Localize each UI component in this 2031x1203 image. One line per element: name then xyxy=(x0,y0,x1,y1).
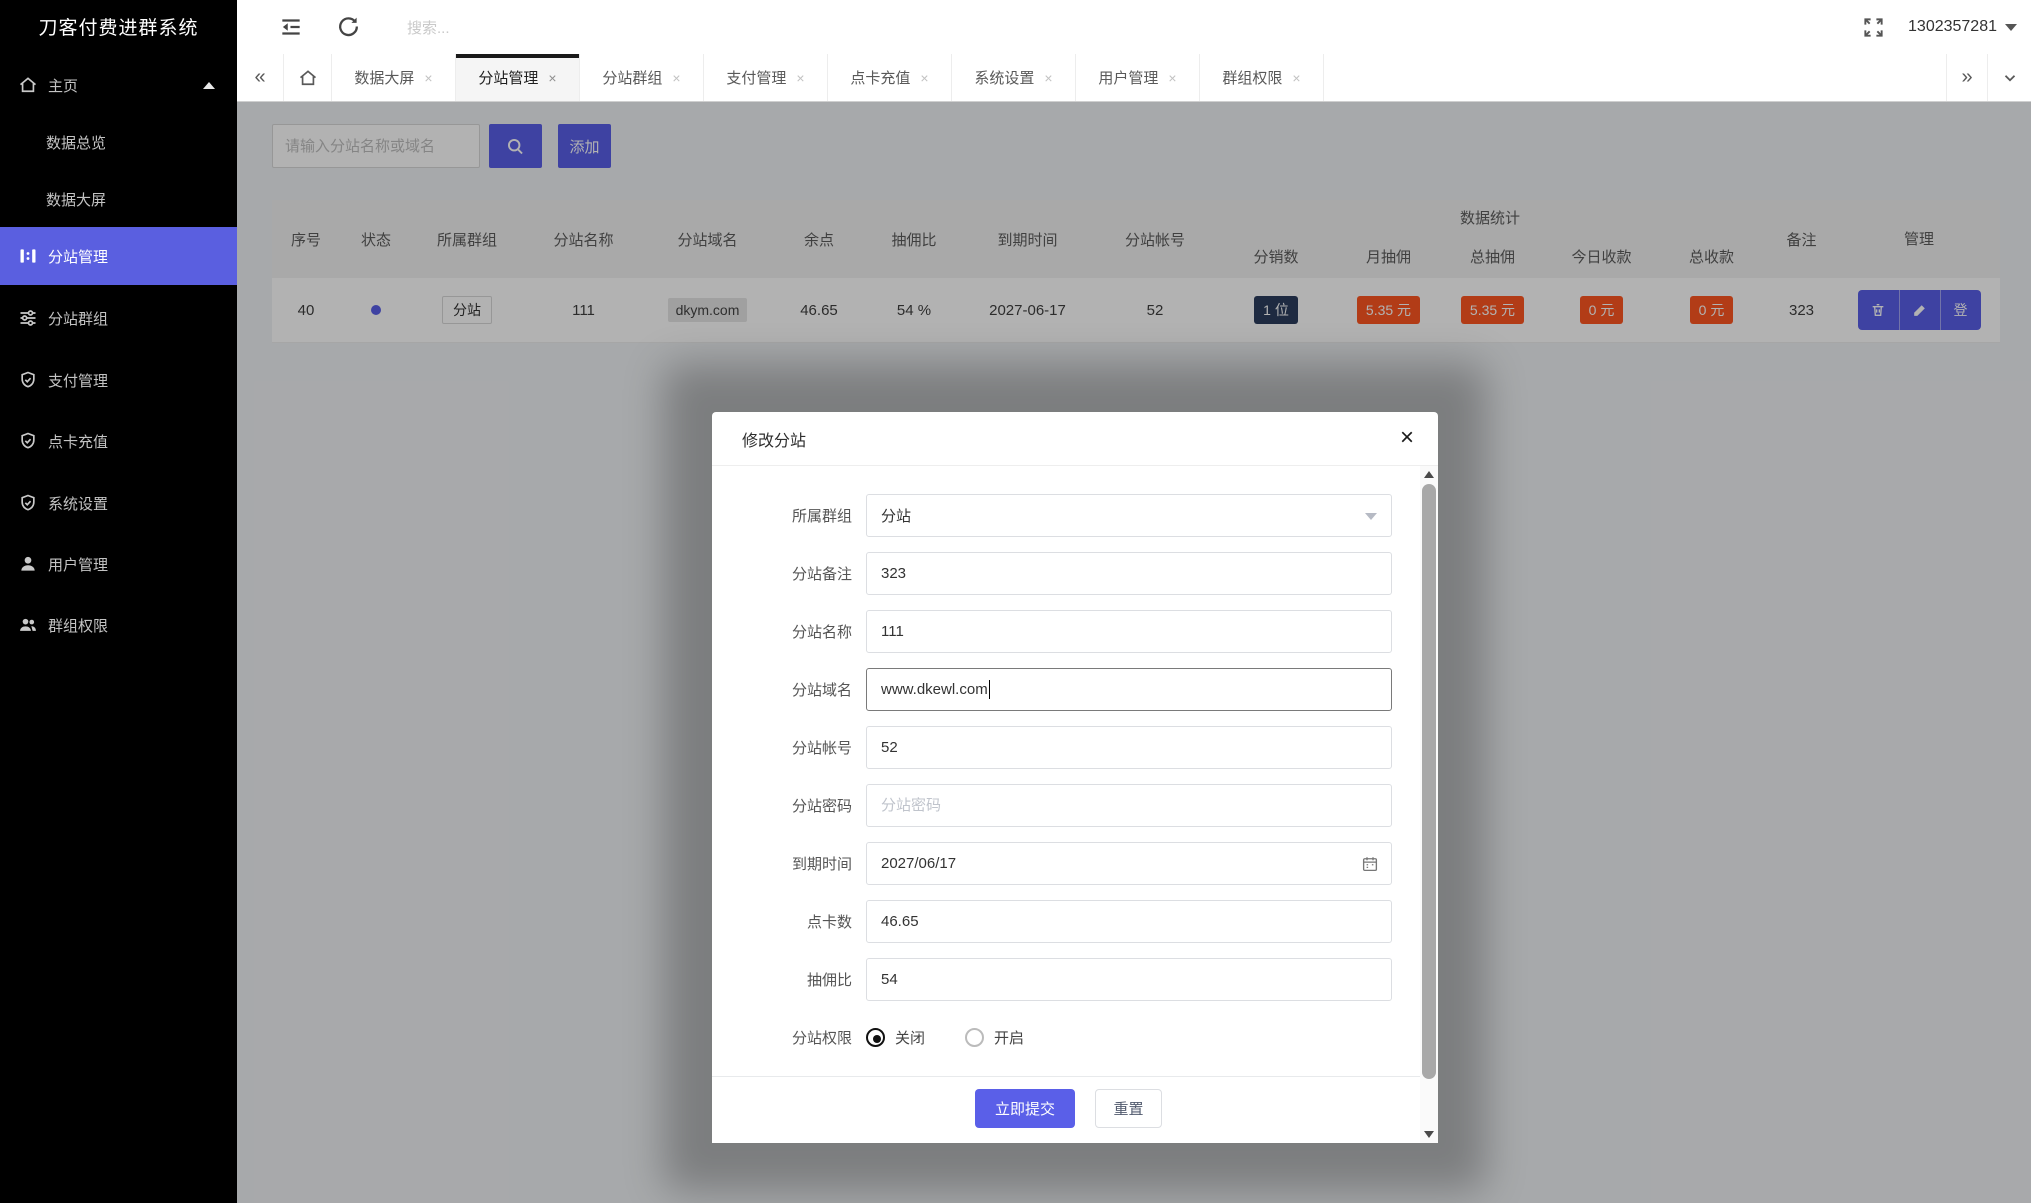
scrollbar-thumb[interactable] xyxy=(1422,484,1436,1079)
permission-radio-group: 关闭 开启 xyxy=(866,1027,1024,1048)
topbar: 1302357281 xyxy=(237,0,2031,55)
form-row: 分站域名 www.dkewl.com xyxy=(726,668,1420,711)
sidebar-item-substation-manage[interactable]: 分站管理 xyxy=(0,227,237,285)
scroll-down-icon[interactable] xyxy=(1420,1126,1438,1143)
modal-header: 修改分站 × xyxy=(712,412,1438,466)
sidebar-item-user-manage[interactable]: 用户管理 xyxy=(0,535,237,593)
modal-footer: 立即提交 重置 xyxy=(712,1076,1420,1143)
points-field[interactable] xyxy=(866,900,1392,943)
close-icon[interactable]: × xyxy=(672,70,680,86)
user-id: 1302357281 xyxy=(1908,18,1997,35)
password-field[interactable] xyxy=(866,784,1392,827)
collapse-sidebar-icon[interactable] xyxy=(278,14,304,40)
caret-down-icon xyxy=(1365,513,1377,520)
sidebar: 刀客付费进群系统 主页 数据总览 数据大屏 分站管理 分站群组 支付管理 点卡充… xyxy=(0,0,237,1203)
domain-field[interactable]: www.dkewl.com xyxy=(866,668,1392,711)
tab-payment-manage[interactable]: 支付管理 × xyxy=(704,54,828,101)
form-row: 分站权限 关闭 开启 xyxy=(726,1016,1420,1059)
shield-check-icon xyxy=(18,370,38,390)
modal-title: 修改分站 xyxy=(742,432,807,450)
sidebar-item-system-settings[interactable]: 系统设置 xyxy=(0,474,237,532)
home-icon xyxy=(18,75,38,95)
shield-check-icon xyxy=(18,493,38,513)
users-icon xyxy=(18,615,38,635)
app-window: 刀客付费进群系统 主页 数据总览 数据大屏 分站管理 分站群组 支付管理 点卡充… xyxy=(0,0,2031,1203)
form-row: 分站备注 xyxy=(726,552,1420,595)
tabs-scroll-right-button[interactable]: » xyxy=(1946,54,1987,101)
user-icon xyxy=(18,554,38,574)
tab-user-manage[interactable]: 用户管理 × xyxy=(1076,54,1200,101)
sidebar-item-payment-manage[interactable]: 支付管理 xyxy=(0,351,237,409)
global-search-input[interactable] xyxy=(405,14,709,42)
app-title: 刀客付费进群系统 xyxy=(38,18,199,39)
close-icon[interactable]: × xyxy=(1168,70,1176,86)
sidebar-item-group-permission[interactable]: 群组权限 xyxy=(0,596,237,654)
close-icon[interactable]: × xyxy=(1044,70,1052,86)
tab-substation-manage[interactable]: 分站管理 × xyxy=(456,54,580,101)
calendar-icon xyxy=(1361,855,1379,873)
close-icon[interactable]: × xyxy=(1292,70,1300,86)
submit-button[interactable]: 立即提交 xyxy=(975,1089,1075,1128)
radio-on[interactable]: 开启 xyxy=(965,1027,1024,1048)
modal-body: 所属群组 分站 分站备注 分站名称 分站域名 w xyxy=(712,466,1420,1143)
tabbar: « 数据大屏 × 分站管理 × 分站群组 × 支付管理 × 点卡充值 × 系统设置 × 用户… xyxy=(237,54,2031,102)
remark-field[interactable] xyxy=(866,552,1392,595)
account-field[interactable] xyxy=(866,726,1392,769)
group-select[interactable]: 分站 xyxy=(866,494,1392,537)
radio-off[interactable]: 关闭 xyxy=(866,1027,925,1048)
sidebar-item-data-screen[interactable]: 数据大屏 xyxy=(0,170,237,228)
expire-date-field[interactable]: 2027/06/17 xyxy=(866,842,1392,885)
form-row: 所属群组 分站 xyxy=(726,494,1420,537)
form-row: 分站名称 xyxy=(726,610,1420,653)
fullscreen-icon[interactable] xyxy=(1862,16,1888,42)
form-row: 到期时间 2027/06/17 xyxy=(726,842,1420,885)
tab-card-recharge[interactable]: 点卡充值 × xyxy=(828,54,952,101)
form-row: 分站密码 xyxy=(726,784,1420,827)
modal-scrollbar[interactable] xyxy=(1420,466,1438,1143)
close-icon[interactable]: × xyxy=(796,70,804,86)
user-menu[interactable]: 1302357281 xyxy=(1908,0,2017,54)
close-icon[interactable]: × xyxy=(548,70,556,86)
name-field[interactable] xyxy=(866,610,1392,653)
tabs-scroll-left-button[interactable]: « xyxy=(237,54,284,101)
form-row: 抽佣比 xyxy=(726,958,1420,1001)
sliders-icon xyxy=(18,308,38,328)
tab-substation-group[interactable]: 分站群组 × xyxy=(580,54,704,101)
radio-checked-icon xyxy=(866,1028,885,1047)
caret-down-icon xyxy=(2005,23,2017,31)
tab-group-permission[interactable]: 群组权限 × xyxy=(1200,54,1324,101)
reset-button[interactable]: 重置 xyxy=(1095,1089,1162,1128)
tab-home[interactable] xyxy=(284,54,332,101)
radio-unchecked-icon xyxy=(965,1028,985,1047)
tabs-menu-button[interactable] xyxy=(1987,54,2031,101)
edit-substation-modal: 修改分站 × 所属群组 分站 分站备注 分站名称 xyxy=(712,412,1438,1143)
sidebar-item-substation-group[interactable]: 分站群组 xyxy=(0,289,237,347)
tab-system-settings[interactable]: 系统设置 × xyxy=(952,54,1076,101)
form-row: 点卡数 xyxy=(726,900,1420,943)
commission-rate-field[interactable] xyxy=(866,958,1392,1001)
close-icon[interactable]: × xyxy=(920,70,928,86)
form-row: 分站帐号 xyxy=(726,726,1420,769)
shield-check-icon xyxy=(18,431,38,451)
close-icon[interactable]: × xyxy=(424,70,432,86)
chart-columns-icon xyxy=(18,246,38,266)
sidebar-item-label: 主页 xyxy=(48,77,79,95)
scroll-up-icon[interactable] xyxy=(1420,466,1438,483)
sidebar-item-home[interactable]: 主页 xyxy=(0,56,237,114)
tab-data-screen[interactable]: 数据大屏 × xyxy=(332,54,456,101)
refresh-icon[interactable] xyxy=(336,14,362,40)
sidebar-item-card-recharge[interactable]: 点卡充值 xyxy=(0,412,237,470)
sidebar-item-data-overview[interactable]: 数据总览 xyxy=(0,113,237,171)
chevron-up-icon xyxy=(203,81,215,89)
text-cursor xyxy=(988,680,990,699)
home-icon xyxy=(298,68,318,88)
close-icon[interactable]: × xyxy=(1400,426,1414,450)
